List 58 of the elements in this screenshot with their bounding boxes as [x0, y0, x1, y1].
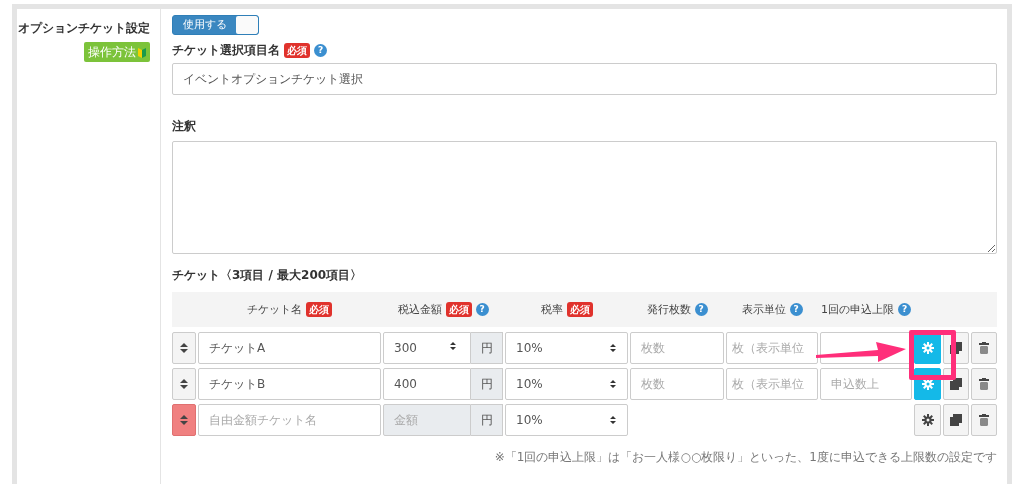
sort-icon: [179, 414, 189, 427]
setting-label: オプションチケット設定: [18, 20, 150, 37]
column-header: 税込金額: [397, 301, 442, 318]
select-field[interactable]: 10%: [505, 404, 628, 437]
text-field[interactable]: チケットB: [198, 368, 381, 401]
caret-icon: [609, 343, 617, 354]
field-label: チケット選択項目名: [172, 42, 280, 60]
trash-icon: [979, 378, 989, 391]
copy-button[interactable]: [943, 404, 969, 437]
column-header: チケット名: [247, 301, 302, 318]
currency-addon: 円: [471, 404, 503, 437]
text-field[interactable]: チケットA: [198, 332, 381, 365]
toggle-switch[interactable]: 使用する: [172, 15, 259, 36]
text-field[interactable]: 枚数: [630, 368, 724, 401]
sort-icon: [179, 378, 189, 391]
copy-icon: [950, 414, 962, 427]
column-header: 表示単位: [741, 301, 786, 318]
text-field[interactable]: 申込数上: [820, 368, 912, 401]
delete-button[interactable]: [971, 368, 997, 401]
currency-addon: 円: [471, 368, 503, 401]
required-badge: 必須: [306, 302, 332, 318]
drag-handle[interactable]: [172, 332, 196, 365]
column-header: 税率: [540, 301, 563, 318]
field-label: 注釈: [172, 118, 196, 136]
beginner-mark-icon: [138, 46, 146, 59]
delete-button[interactable]: [971, 332, 997, 365]
delete-button[interactable]: [971, 404, 997, 437]
trash-icon: [979, 414, 989, 427]
settings-icon: [921, 414, 934, 427]
currency-addon: 円: [471, 332, 503, 365]
text-field[interactable]: 自由金額チケット名: [198, 404, 381, 437]
sort-icon: [179, 342, 189, 355]
number-field[interactable]: 400: [383, 368, 471, 401]
caret-icon: [609, 379, 617, 390]
drag-handle[interactable]: [172, 404, 196, 437]
column-header: 発行枚数: [646, 301, 691, 318]
caret-icon: [609, 415, 617, 426]
copy-icon: [950, 378, 962, 391]
footnote-text: ※「1回の申込上限」は「お一人様○○枚限り」といった、1度に申込できる上限数の設定です: [493, 449, 997, 467]
settings-icon: [921, 342, 934, 355]
trash-icon: [979, 342, 989, 355]
copy-icon: [950, 342, 962, 355]
required-badge: 必須: [445, 302, 472, 318]
text-field[interactable]: 枚（表示単位: [726, 368, 818, 401]
select-field[interactable]: 10%: [505, 368, 628, 401]
text-field[interactable]: 枚（表示単位: [726, 332, 818, 365]
select-field[interactable]: 10%: [505, 332, 628, 365]
required-badge: 必須: [284, 42, 310, 58]
text-field[interactable]: 枚数: [630, 332, 724, 365]
section-heading: チケット〈3項目 / 最大200項目〉: [172, 267, 363, 285]
column-header: 1回の申込上限: [821, 301, 894, 318]
settings-button[interactable]: [914, 404, 941, 437]
drag-handle[interactable]: [172, 368, 196, 401]
text-field[interactable]: イベントオプションチケット選択: [172, 63, 997, 96]
settings-icon: [921, 378, 934, 391]
spinner-icon: [449, 341, 457, 352]
number-field[interactable]: 300: [383, 332, 471, 365]
required-badge: 必須: [566, 302, 593, 318]
